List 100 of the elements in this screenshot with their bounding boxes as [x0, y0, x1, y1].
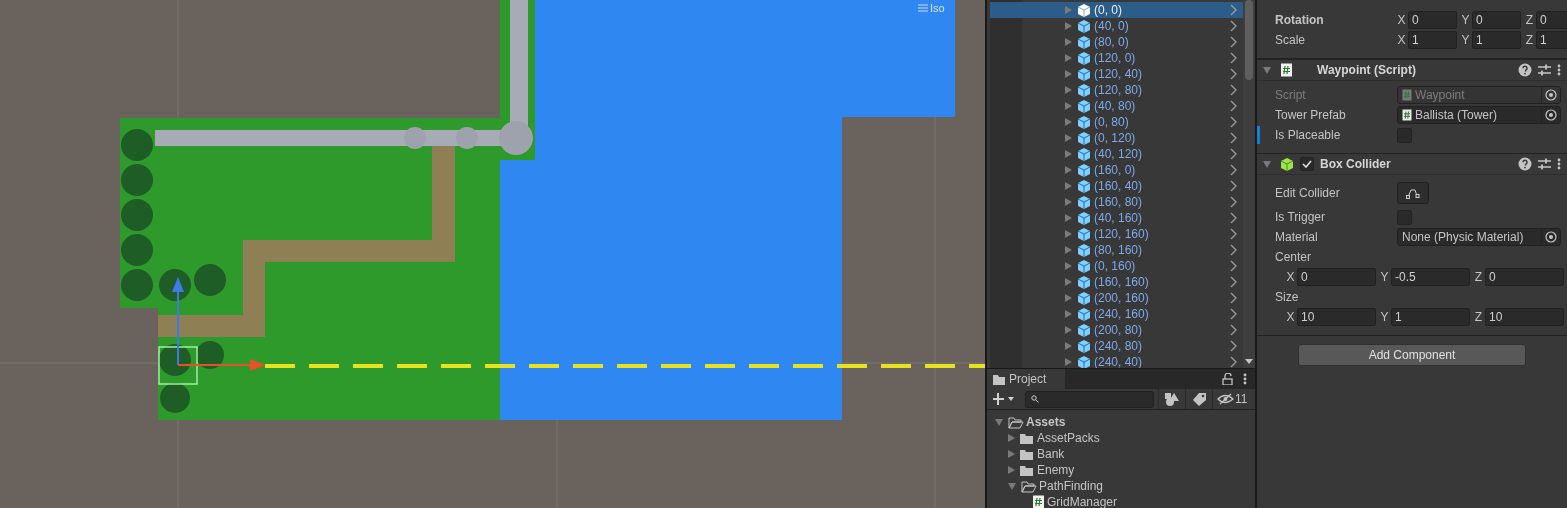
checkbox[interactable] [1300, 157, 1314, 171]
chevron-icon[interactable] [1229, 116, 1237, 128]
search-field[interactable] [1025, 390, 1154, 408]
object-field[interactable]: None (Physic Material) [1397, 228, 1561, 246]
hierarchy-item[interactable]: (0, 160) [990, 258, 1243, 274]
chevron-icon[interactable] [1229, 148, 1237, 160]
number-field[interactable]: 0 [1485, 268, 1564, 286]
number-field[interactable]: 0 [1297, 268, 1376, 286]
hierarchy-item[interactable]: (200, 160) [990, 290, 1243, 306]
hierarchy-item[interactable]: (160, 80) [990, 194, 1243, 210]
project-item[interactable]: GridManager [1021, 494, 1255, 508]
chevron-icon[interactable] [1229, 340, 1237, 352]
project-item[interactable]: AssetPacks [1008, 430, 1255, 446]
more-icon[interactable] [1557, 64, 1561, 76]
number-field[interactable]: 10 [1485, 308, 1564, 326]
hierarchy-item[interactable]: (80, 160) [990, 242, 1243, 258]
chevron-icon[interactable] [1229, 308, 1237, 320]
number-field[interactable]: 1 [1391, 308, 1470, 326]
open-folder-icon [1008, 415, 1024, 429]
cube-icon [1077, 290, 1091, 306]
hierarchy-item[interactable]: (40, 160) [990, 210, 1243, 226]
number-field[interactable]: 1 [1472, 31, 1521, 49]
chevron-icon[interactable] [1229, 244, 1237, 256]
hierarchy-item[interactable]: (40, 80) [990, 98, 1243, 114]
chevron-icon[interactable] [1229, 260, 1237, 272]
add-component-button[interactable]: Add Component [1298, 344, 1526, 366]
toggle-icon[interactable] [1263, 66, 1271, 74]
chevron-icon[interactable] [1229, 52, 1237, 64]
target-icon[interactable] [1541, 107, 1560, 123]
chevron-icon[interactable] [1229, 36, 1237, 48]
chevron-icon[interactable] [1229, 84, 1237, 96]
project-item[interactable]: Assets [995, 414, 1255, 430]
hidden-count-button[interactable]: 11 [1212, 389, 1248, 409]
chevron-icon[interactable] [1229, 292, 1237, 304]
hierarchy-item[interactable]: (120, 80) [990, 82, 1243, 98]
hierarchy-item[interactable]: (160, 0) [990, 162, 1243, 178]
cube-icon [1077, 82, 1091, 98]
project-item[interactable]: Enemy [1008, 462, 1255, 478]
chevron-icon[interactable] [1229, 228, 1237, 240]
number-field[interactable]: 0 [1472, 11, 1521, 29]
toggle-icon[interactable] [1263, 160, 1271, 168]
hierarchy-item[interactable]: (240, 80) [990, 338, 1243, 354]
object-field[interactable]: Ballista (Tower) [1397, 106, 1561, 124]
number-field[interactable]: 1 [1408, 31, 1457, 49]
add-icon[interactable] [993, 393, 1015, 405]
chevron-icon[interactable] [1229, 100, 1237, 112]
cube-icon [1077, 306, 1091, 322]
help-icon[interactable] [1518, 63, 1532, 77]
chevron-icon[interactable] [1229, 196, 1237, 208]
hierarchy-item[interactable]: (40, 0) [990, 18, 1243, 34]
chevron-icon[interactable] [1229, 212, 1237, 224]
chevron-icon[interactable] [1229, 4, 1237, 16]
more-icon[interactable] [1557, 158, 1561, 170]
chevron-icon[interactable] [1229, 276, 1237, 288]
number-field[interactable]: 0 [1408, 11, 1457, 29]
chevron-icon[interactable] [1229, 68, 1237, 80]
project-item[interactable]: Bank [1008, 446, 1255, 462]
hierarchy-item[interactable]: (120, 40) [990, 66, 1243, 82]
chevron-icon[interactable] [1229, 20, 1237, 32]
help-icon[interactable] [1518, 157, 1532, 171]
component-header[interactable]: Box Collider [1257, 153, 1567, 175]
hierarchy-item[interactable]: (40, 120) [990, 146, 1243, 162]
cube-icon [1077, 50, 1091, 66]
hierarchy-item[interactable]: (120, 160) [990, 226, 1243, 242]
chevron-icon[interactable] [1229, 356, 1237, 368]
sliders-icon[interactable] [1538, 158, 1551, 170]
project-item[interactable]: PathFinding [1008, 478, 1255, 494]
hierarchy-item[interactable]: (160, 160) [990, 274, 1243, 290]
more-icon[interactable] [1243, 373, 1247, 385]
hierarchy-item[interactable]: (240, 160) [990, 306, 1243, 322]
sliders-icon[interactable] [1538, 64, 1551, 76]
number-field[interactable]: -0.5 [1391, 268, 1470, 286]
number-field[interactable]: 0 [1536, 11, 1567, 29]
cube-icon [1077, 242, 1091, 258]
component-header[interactable]: Waypoint (Script) [1257, 59, 1567, 81]
hierarchy-item[interactable]: (0, 0) [990, 2, 1243, 18]
hierarchy-item[interactable]: (0, 120) [990, 130, 1243, 146]
edit-collider-button[interactable] [1397, 182, 1429, 204]
lock-icon[interactable] [1222, 373, 1233, 385]
cube-icon [1077, 194, 1091, 210]
toggle-icon[interactable] [995, 418, 1003, 426]
chevron-icon[interactable] [1229, 164, 1237, 176]
hierarchy-item[interactable]: (80, 0) [990, 34, 1243, 50]
chevron-icon[interactable] [1229, 180, 1237, 192]
hierarchy-item[interactable]: (200, 80) [990, 322, 1243, 338]
folder-icon [1019, 447, 1035, 461]
hierarchy-item[interactable]: (120, 0) [990, 50, 1243, 66]
target-icon[interactable] [1541, 229, 1560, 245]
cube-icon [1077, 274, 1091, 290]
hierarchy-item[interactable]: (0, 80) [990, 114, 1243, 130]
scrollbar[interactable] [1243, 0, 1255, 368]
toggle-icon[interactable] [1008, 482, 1016, 490]
number-field[interactable]: 1 [1536, 31, 1567, 49]
folder-icon [1019, 463, 1035, 477]
hierarchy-item[interactable]: (160, 40) [990, 178, 1243, 194]
chevron-icon[interactable] [1229, 132, 1237, 144]
field-label: Rotation [1274, 13, 1325, 27]
chevron-icon[interactable] [1229, 324, 1237, 336]
panel-tab[interactable]: Project [987, 369, 1065, 389]
number-field[interactable]: 10 [1297, 308, 1376, 326]
